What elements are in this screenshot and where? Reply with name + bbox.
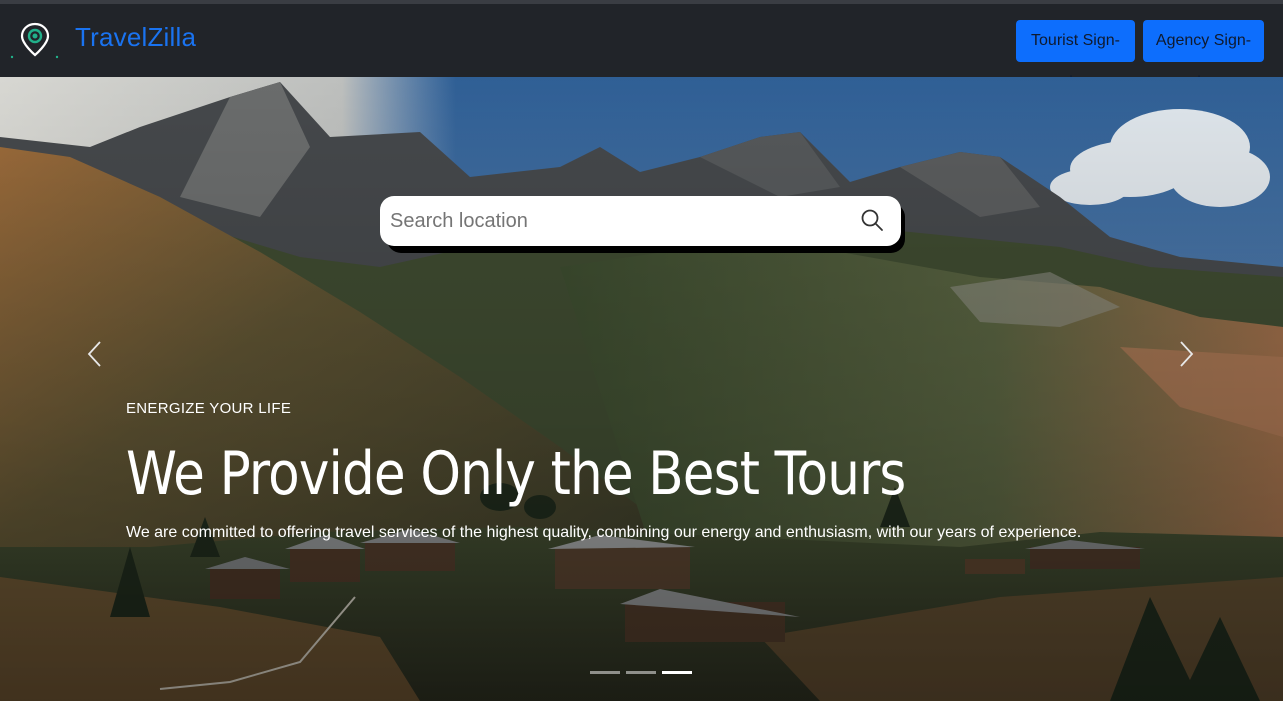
tourist-signin-button[interactable]: Tourist Sign-in	[1016, 20, 1135, 91]
brand-link[interactable]: TravelZilla	[75, 22, 196, 53]
carousel-indicator[interactable]	[626, 671, 656, 674]
hero-eyebrow: ENERGIZE YOUR LIFE	[126, 400, 292, 417]
agency-signin-button[interactable]: Agency Sign-in	[1143, 20, 1264, 91]
navbar: TravelZilla Tourist Sign-in Agency Sign-…	[0, 4, 1283, 91]
search-box	[380, 196, 901, 246]
chevron-right-icon[interactable]	[1177, 339, 1197, 369]
map-pin-icon[interactable]	[10, 22, 60, 62]
chevron-left-icon[interactable]	[86, 339, 106, 369]
hero-background-image	[0, 77, 1283, 701]
hero-subtext: We are committed to offering travel serv…	[126, 524, 1082, 541]
carousel-indicator-active[interactable]	[662, 671, 692, 674]
carousel-indicator[interactable]	[590, 671, 620, 674]
search-icon[interactable]	[860, 208, 884, 232]
hero-headline: We Provide Only the Best Tours	[126, 439, 906, 509]
hero-carousel: ENERGIZE YOUR LIFE We Provide Only the B…	[0, 77, 1283, 701]
carousel-indicators	[590, 671, 692, 674]
search-input[interactable]	[390, 196, 850, 246]
